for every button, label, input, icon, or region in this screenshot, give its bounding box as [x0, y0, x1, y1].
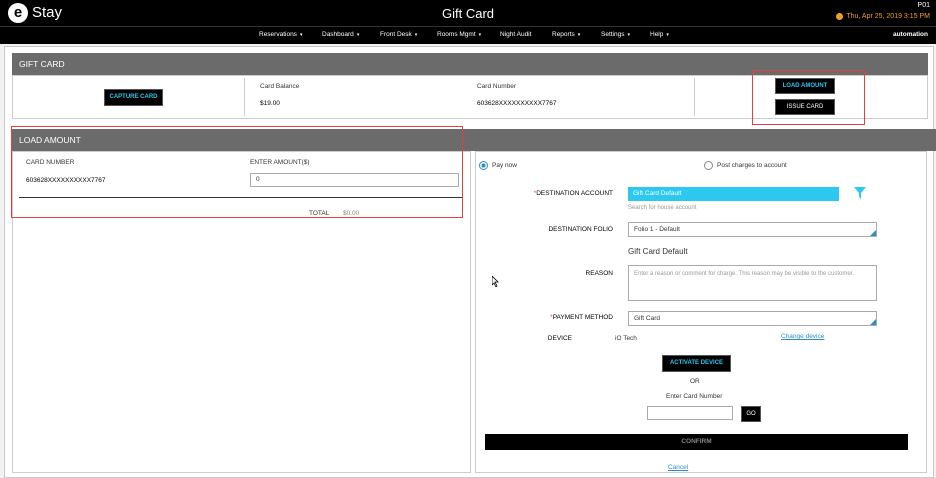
enter-amount-label: ENTER AMOUNT($)	[250, 159, 310, 166]
payment-method-select[interactable]: Gift Card	[628, 311, 877, 326]
issue-card-button[interactable]: ISSUE CARD	[775, 99, 835, 115]
window-title: Gift Card	[441, 6, 494, 21]
property-code: P01	[917, 2, 930, 9]
nav-front-desk[interactable]: Front Desk ▾	[380, 31, 417, 38]
folio-value: Folio 1 - Default	[634, 226, 680, 233]
destination-account-label: *DESTINATION ACCOUNT	[500, 190, 613, 197]
nav-label: Reservations	[259, 31, 297, 38]
card-number-value: 603628XXXXXXXXXX7767	[477, 100, 557, 107]
card-number-label: CARD NUMBER	[26, 159, 75, 166]
dropdown-corner-icon	[870, 319, 876, 325]
capture-card-button[interactable]: CAPTURE CARD	[104, 89, 163, 106]
destination-folio-select[interactable]: Folio 1 - Default	[628, 222, 877, 237]
chevron-down-icon: ▾	[627, 32, 631, 38]
enter-card-label: Enter Card Number	[666, 393, 723, 400]
chevron-down-icon: ▾	[299, 32, 303, 38]
datetime-display: Thu, Apr 25, 2019 3:15 PM	[836, 13, 930, 20]
divider	[19, 197, 462, 198]
card-balance-value: $19.00	[260, 100, 280, 107]
folio-account-name: Gift Card Default	[628, 247, 688, 256]
logo-mark: e	[8, 3, 28, 23]
nav-night-audit[interactable]: Night Audit	[500, 31, 531, 38]
card-number-label: Card Number	[477, 83, 517, 90]
amount-input[interactable]: 0	[250, 173, 459, 187]
pay-now-radio[interactable]: Pay now	[479, 161, 517, 170]
destination-folio-label: DESTINATION FOLIO	[548, 226, 613, 233]
payment-method-label: *PAYMENT METHOD	[500, 314, 613, 321]
device-label: DEVICE	[547, 335, 572, 342]
chevron-down-icon: ▾	[666, 32, 669, 38]
nav-reports[interactable]: Reports ▾	[552, 31, 580, 38]
nav-help[interactable]: Help ▾	[650, 31, 669, 38]
total-value: $0.00	[343, 210, 360, 217]
nav-dashboard[interactable]: Dashboard ▾	[322, 31, 359, 38]
nav-reservations[interactable]: Reservations ▾	[259, 31, 302, 38]
or-text: OR	[690, 378, 700, 385]
nav-label: Night Audit	[500, 31, 532, 38]
dropdown-corner-icon	[870, 230, 876, 236]
nav-label: Reports	[552, 31, 575, 38]
filter-icon[interactable]	[854, 187, 866, 200]
nav-rooms-mgmt[interactable]: Rooms Mgmt ▾	[437, 31, 481, 38]
reason-label: REASON	[585, 270, 613, 277]
radio-selected-icon	[479, 161, 488, 170]
logo-text: Stay	[32, 4, 63, 21]
post-charges-label: Post charges to account	[717, 162, 787, 169]
post-charges-radio[interactable]: Post charges to account	[704, 161, 787, 170]
load-amount-highlight	[11, 126, 463, 218]
label-text: PAYMENT METHOD	[552, 314, 613, 321]
clock-icon	[836, 13, 844, 20]
cancel-link[interactable]: Cancel	[668, 464, 688, 471]
chevron-down-icon: ▾	[356, 32, 360, 38]
load-amount-button[interactable]: LOAD AMOUNT	[775, 78, 835, 94]
chevron-down-icon: ▾	[478, 32, 482, 38]
device-value: iO Tech	[615, 335, 637, 342]
card-number-value: 603628XXXXXXXXXX7767	[26, 177, 106, 184]
divider	[694, 78, 695, 116]
main-nav: Reservations ▾ Dashboard ▾ Front Desk ▾ Roo…	[0, 26, 936, 44]
datetime-text: Thu, Apr 25, 2019 3:15 PM	[846, 13, 930, 20]
payment-method-value: Gift Card	[634, 315, 661, 322]
radio-unselected-icon	[704, 161, 713, 170]
nav-settings[interactable]: Settings ▾	[601, 31, 630, 38]
destination-account-input[interactable]: Gift Card Default	[628, 187, 839, 201]
destination-account-hint: Search for house account	[628, 205, 697, 211]
change-device-link[interactable]: Change device	[781, 333, 824, 340]
go-button[interactable]: GO	[741, 406, 761, 422]
nav-label: Front Desk	[380, 31, 412, 38]
nav-label: Help	[650, 31, 664, 38]
divider	[244, 78, 245, 116]
card-number-input[interactable]	[647, 406, 733, 420]
confirm-button[interactable]: CONFIRM	[485, 434, 908, 450]
top-bar: e Stay Gift Card P01 Thu, Apr 25, 2019 3…	[0, 0, 936, 26]
pay-now-label: Pay now	[492, 162, 517, 169]
estay-logo[interactable]: e Stay	[8, 3, 80, 23]
label-text: DESTINATION ACCOUNT	[536, 190, 613, 197]
nav-label: Dashboard	[322, 31, 354, 38]
chevron-down-icon: ▾	[577, 32, 581, 38]
reason-textarea[interactable]: Enter a reason or comment for charge. Th…	[628, 265, 877, 301]
user-menu[interactable]: automation	[893, 31, 928, 38]
total-label: TOTAL	[309, 210, 330, 217]
chevron-down-icon: ▾	[414, 32, 418, 38]
mouse-cursor-icon	[491, 274, 500, 288]
nav-label: Settings	[601, 31, 625, 38]
activate-device-button[interactable]: ACTIVATE DEVICE	[662, 355, 731, 372]
nav-label: Rooms Mgmt	[437, 31, 476, 38]
card-balance-label: Card Balance	[260, 83, 300, 90]
